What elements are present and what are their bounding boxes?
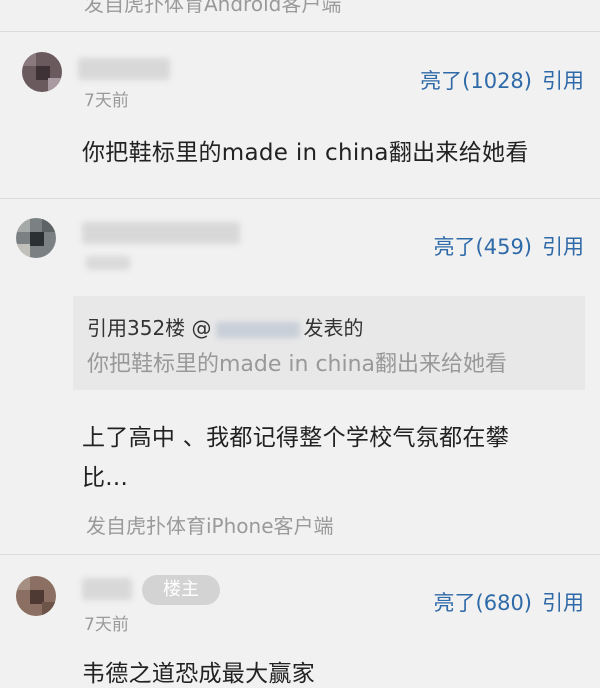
avatar[interactable]: [16, 218, 56, 258]
avatar[interactable]: [22, 52, 62, 92]
divider: [0, 554, 600, 555]
post-time: 7天前: [84, 91, 129, 111]
post-time: 7天前: [84, 615, 129, 635]
quote-text: 你把鞋标里的made in china翻出来给她看: [87, 352, 508, 377]
post-time-blurred: [86, 256, 130, 270]
comment-text-line2: 比...: [82, 465, 129, 491]
avatar[interactable]: [16, 576, 56, 616]
client-source: 发自虎扑体育iPhone客户端: [86, 514, 334, 538]
like-button[interactable]: 亮了(1028): [420, 65, 532, 95]
quote-button[interactable]: 引用: [542, 65, 584, 95]
quoted-username-blurred[interactable]: [215, 321, 300, 338]
op-badge: 楼主: [142, 575, 220, 605]
comment-actions: 亮了(459) 引用: [434, 231, 584, 261]
comment-text-line1: 上了高中 、我都记得整个学校气氛都在攀: [82, 425, 510, 451]
quote-header: 引用352楼 @ 发表的: [87, 312, 364, 341]
comment-text: 韦德之道恐成最大赢家: [82, 661, 315, 687]
username-blurred[interactable]: [78, 58, 170, 80]
username-blurred[interactable]: [82, 222, 240, 244]
username-blurred[interactable]: [82, 578, 132, 600]
comment-actions: 亮了(1028) 引用: [420, 65, 584, 95]
quote-button[interactable]: 引用: [542, 231, 584, 261]
comment-text: 你把鞋标里的made in china翻出来给她看: [82, 140, 529, 166]
quote-suffix: 发表的: [303, 316, 364, 340]
like-button[interactable]: 亮了(459): [434, 231, 532, 261]
comment-actions: 亮了(680) 引用: [434, 587, 584, 617]
divider: [0, 198, 600, 199]
top-source-text: 发自虎扑体育Android客户端: [84, 0, 342, 16]
quoted-comment: 引用352楼 @ 发表的 你把鞋标里的made in china翻出来给她看: [73, 296, 585, 390]
quote-prefix: 引用352楼 @: [87, 316, 212, 340]
like-button[interactable]: 亮了(680): [434, 587, 532, 617]
divider: [0, 31, 600, 32]
quote-button[interactable]: 引用: [542, 587, 584, 617]
